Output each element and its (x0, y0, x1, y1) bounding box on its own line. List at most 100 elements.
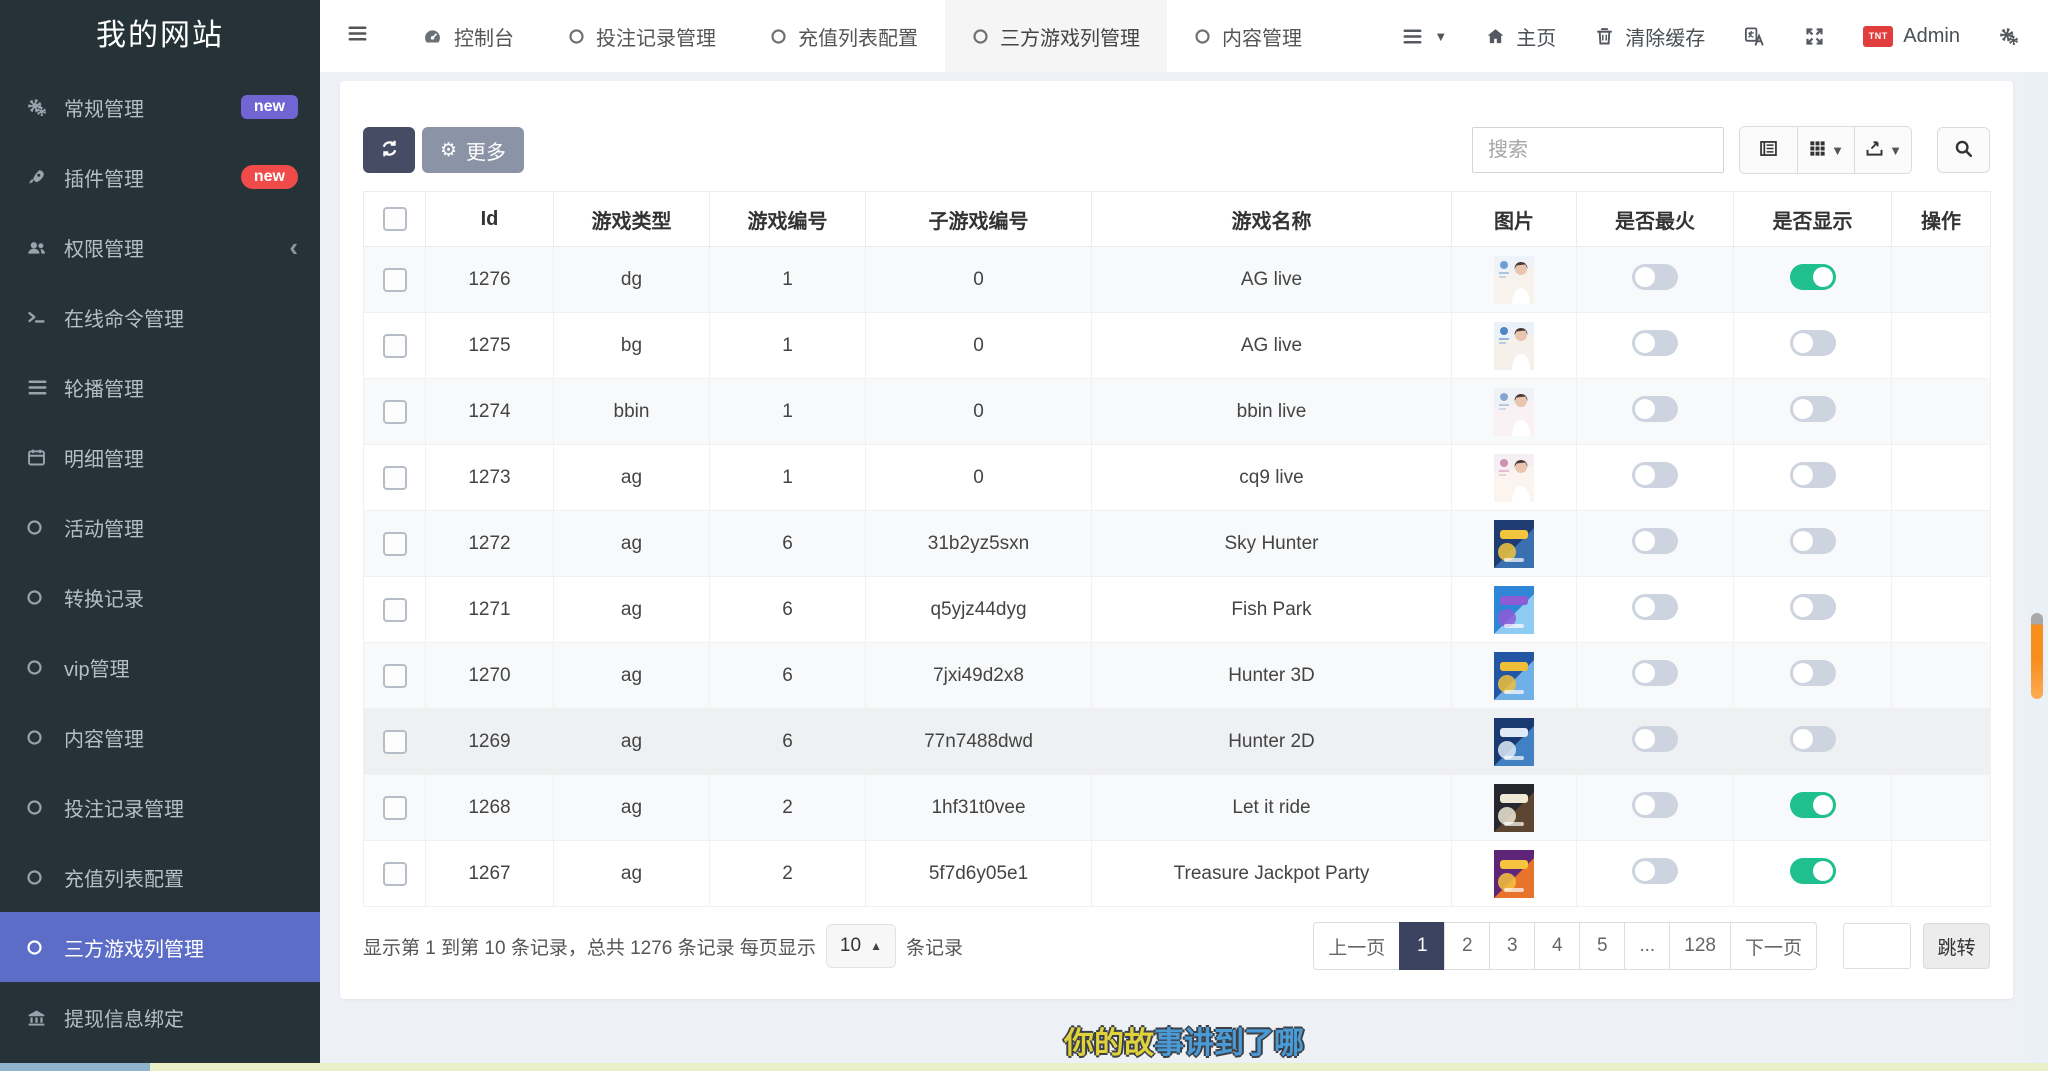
game-thumbnail[interactable] (1492, 256, 1536, 304)
visible-toggle[interactable] (1790, 330, 1836, 356)
hot-toggle[interactable] (1632, 462, 1678, 488)
more-button[interactable]: ⚙ 更多 (422, 127, 524, 173)
column-header-是否显示[interactable]: 是否显示 (1734, 192, 1892, 247)
sidebar-item-常规管理[interactable]: 常规管理new (0, 72, 320, 142)
tab-控制台[interactable]: 控制台 (395, 0, 541, 72)
page-jump-input[interactable] (1843, 923, 1911, 969)
column-header-Id[interactable]: Id (426, 192, 554, 247)
select-all-checkbox[interactable] (383, 207, 407, 231)
row-checkbox[interactable] (383, 598, 407, 622)
tabs-menu-button[interactable]: ▼ (1382, 0, 1466, 72)
visible-toggle[interactable] (1790, 528, 1836, 554)
page-button-128[interactable]: 128 (1669, 922, 1731, 970)
columns-button[interactable]: ▼ (1797, 127, 1854, 173)
scrollbar-thumb[interactable] (2031, 613, 2043, 699)
visible-toggle[interactable] (1790, 858, 1836, 884)
column-header-操作[interactable]: 操作 (1892, 192, 1991, 247)
game-thumbnail[interactable] (1492, 520, 1536, 568)
page-button-下一页[interactable]: 下一页 (1730, 922, 1817, 970)
page-button-2[interactable]: 2 (1444, 922, 1490, 970)
hot-toggle[interactable] (1632, 792, 1678, 818)
visible-toggle[interactable] (1790, 264, 1836, 290)
hot-toggle[interactable] (1632, 594, 1678, 620)
row-checkbox[interactable] (383, 268, 407, 292)
game-thumbnail[interactable] (1492, 784, 1536, 832)
hot-cell (1577, 709, 1734, 775)
jump-button[interactable]: 跳转 (1923, 923, 1990, 969)
search-button[interactable] (1937, 127, 1990, 173)
page-button-1[interactable]: 1 (1399, 922, 1445, 970)
sidebar-item-轮播管理[interactable]: 轮播管理 (0, 352, 320, 422)
row-checkbox[interactable] (383, 862, 407, 886)
tab-内容管理[interactable]: 内容管理 (1167, 0, 1329, 72)
visible-toggle[interactable] (1790, 660, 1836, 686)
page-button-4[interactable]: 4 (1534, 922, 1580, 970)
sidebar-item-提现信息绑定[interactable]: 提现信息绑定 (0, 982, 320, 1052)
row-checkbox[interactable] (383, 532, 407, 556)
clear-cache-button[interactable]: 清除缓存 (1575, 0, 1724, 72)
tab-充值列表配置[interactable]: 充值列表配置 (743, 0, 945, 72)
page-size-dropdown[interactable]: 10 ▲ (826, 924, 896, 968)
translate-button[interactable] (1724, 0, 1785, 72)
column-header-游戏类型[interactable]: 游戏类型 (554, 192, 710, 247)
game-thumbnail[interactable] (1492, 388, 1536, 436)
page-button-上一页[interactable]: 上一页 (1313, 922, 1400, 970)
settings-button[interactable] (1979, 0, 2038, 72)
game-thumbnail[interactable] (1492, 850, 1536, 898)
hot-toggle[interactable] (1632, 660, 1678, 686)
page-button-3[interactable]: 3 (1489, 922, 1535, 970)
sidebar-item-转换记录[interactable]: 转换记录 (0, 562, 320, 632)
column-header-游戏编号[interactable]: 游戏编号 (710, 192, 866, 247)
export-button[interactable]: ▼ (1854, 127, 1911, 173)
hot-toggle[interactable] (1632, 264, 1678, 290)
detail-view-button[interactable] (1740, 127, 1797, 173)
home-link[interactable]: 主页 (1466, 0, 1575, 72)
sidebar-item-内容管理[interactable]: 内容管理 (0, 702, 320, 772)
page-button-...[interactable]: ... (1624, 922, 1670, 970)
refresh-button[interactable] (363, 127, 415, 173)
visible-toggle[interactable] (1790, 726, 1836, 752)
column-header-游戏名称[interactable]: 游戏名称 (1092, 192, 1452, 247)
visible-toggle[interactable] (1790, 792, 1836, 818)
visible-toggle[interactable] (1790, 396, 1836, 422)
hot-toggle[interactable] (1632, 858, 1678, 884)
game-thumbnail[interactable] (1492, 652, 1536, 700)
row-checkbox[interactable] (383, 796, 407, 820)
game-thumbnail[interactable] (1492, 586, 1536, 634)
page-button-5[interactable]: 5 (1579, 922, 1625, 970)
sidebar-item-vip管理[interactable]: vip管理 (0, 632, 320, 702)
row-checkbox[interactable] (383, 334, 407, 358)
user-menu[interactable]: TNT Admin (1844, 0, 1979, 72)
tab-投注记录管理[interactable]: 投注记录管理 (541, 0, 743, 72)
column-header-是否最火[interactable]: 是否最火 (1577, 192, 1734, 247)
sidebar-item-在线命令管理[interactable]: 在线命令管理 (0, 282, 320, 352)
tab-三方游戏列管理[interactable]: 三方游戏列管理 (945, 0, 1167, 72)
row-checkbox[interactable] (383, 730, 407, 754)
sidebar-item-充值列表配置[interactable]: 充值列表配置 (0, 842, 320, 912)
game-thumbnail[interactable] (1492, 454, 1536, 502)
sidebar-item-插件管理[interactable]: 插件管理new (0, 142, 320, 212)
hot-toggle[interactable] (1632, 330, 1678, 356)
sidebar-item-权限管理[interactable]: 权限管理‹ (0, 212, 320, 282)
game-thumbnail[interactable] (1492, 718, 1536, 766)
column-header-子游戏编号[interactable]: 子游戏编号 (866, 192, 1092, 247)
row-checkbox[interactable] (383, 400, 407, 424)
visible-toggle[interactable] (1790, 462, 1836, 488)
hot-toggle[interactable] (1632, 528, 1678, 554)
sidebar-item-三方游戏列管理[interactable]: 三方游戏列管理 (0, 912, 320, 982)
hot-toggle[interactable] (1632, 726, 1678, 752)
sidebar-item-明细管理[interactable]: 明细管理 (0, 422, 320, 492)
sidebar-item-投注记录管理[interactable]: 投注记录管理 (0, 772, 320, 842)
row-checkbox[interactable] (383, 664, 407, 688)
terminal-icon (26, 307, 64, 328)
sidebar-toggle-button[interactable] (320, 0, 395, 72)
hot-toggle[interactable] (1632, 396, 1678, 422)
sidebar-item-活动管理[interactable]: 活动管理 (0, 492, 320, 562)
column-header-图片[interactable]: 图片 (1452, 192, 1577, 247)
visible-toggle[interactable] (1790, 594, 1836, 620)
row-checkbox[interactable] (383, 466, 407, 490)
scrollbar-track[interactable] (2028, 72, 2046, 1063)
fullscreen-button[interactable] (1785, 0, 1844, 72)
game-thumbnail[interactable] (1492, 322, 1536, 370)
search-input[interactable] (1472, 127, 1724, 173)
